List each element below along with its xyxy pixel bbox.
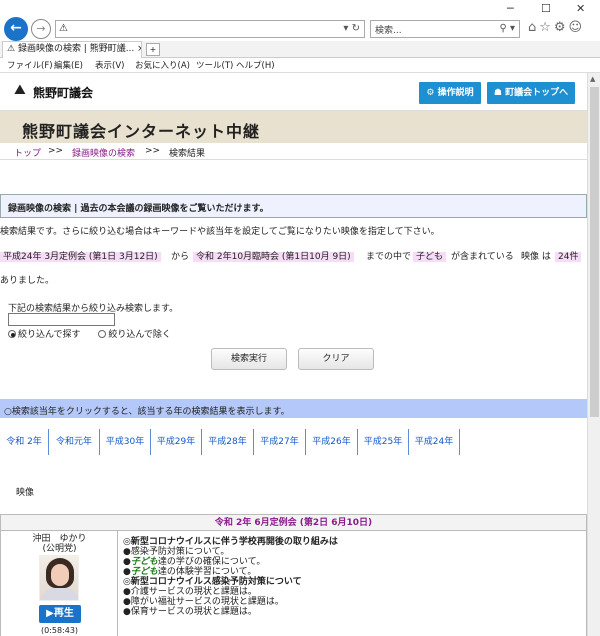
keyword-highlight: 子ども (130, 557, 158, 567)
browser-navbar: ← → ⚠ ▾ ↻ 検索... ⚲ ▾ ⌂☆⚙☺ (0, 17, 600, 41)
warning-icon: ⚠ (59, 23, 68, 34)
menu-tools[interactable]: ツール(T) (196, 59, 233, 71)
refresh-icon[interactable]: ▾ ↻ (343, 23, 360, 34)
tab-title: 録画映像の検索 | 熊野町議... (17, 44, 135, 54)
radio-exclude[interactable] (98, 330, 107, 338)
result-description: 検索結果です。さらに絞り込む場合はキーワードや該当年を設定してご覧になりたい映像… (0, 227, 440, 237)
menu-edit[interactable]: 編集(E) (54, 59, 83, 71)
breadcrumb-separator: >> (48, 146, 64, 156)
breadcrumb-current: 検索結果 (169, 149, 206, 159)
warning-icon: ⚠ (7, 44, 18, 54)
play-button[interactable]: ▶再生 (39, 605, 81, 623)
video-duration: (0:58:43) (40, 626, 79, 635)
breadcrumb-search[interactable]: 録画映像の検索 (72, 146, 135, 159)
menu-file[interactable]: ファイル(F) (7, 59, 53, 71)
tab-active[interactable]: ⚠ 録画映像の検索 | 熊野町議... × (2, 41, 142, 58)
menu-favorites[interactable]: お気に入り(A) (135, 59, 190, 71)
condition-to-word: までの中で (366, 252, 412, 262)
menu-view[interactable]: 表示(V) (95, 59, 124, 71)
topic-list: ◎新型コロナウイルスに伴う学校再開後の取り組みは ●感染予防対策について。 ●子… (123, 537, 583, 617)
toolbar-icons[interactable]: ⌂☆⚙☺ (528, 20, 585, 35)
topic-item: ●子ども達の体験学習について。 (123, 567, 257, 577)
year-link[interactable]: 平成29年 (150, 429, 201, 455)
forward-button[interactable]: → (31, 19, 51, 39)
topic-item: ●介護サービスの現状と課題は。 (123, 587, 257, 597)
new-tab-button[interactable]: + (146, 43, 160, 56)
radio-include-label[interactable]: 絞り込んで探す (18, 330, 81, 340)
condition-keyword: 子ども (413, 249, 447, 266)
scroll-up-icon[interactable]: ▲ (590, 75, 595, 83)
scroll-thumb[interactable] (590, 87, 599, 417)
council-top-button[interactable]: ☗ 町議会トップへ (487, 82, 575, 104)
banner: 熊野町議会インターネット中継 (0, 111, 587, 143)
radio-include[interactable] (8, 330, 16, 338)
clear-button[interactable]: クリア (298, 348, 374, 370)
year-link[interactable]: 平成27年 (253, 429, 305, 455)
back-button[interactable]: ← (4, 17, 28, 41)
topic-main: ◎新型コロナウイルス感染予防対策について (123, 577, 302, 587)
banner-title: 熊野町議会インターネット中継 (22, 122, 261, 141)
breadcrumb-separator: >> (145, 146, 161, 156)
search-placeholder: 検索... (375, 26, 402, 36)
page-scrollbar[interactable]: ▲ (587, 73, 600, 636)
browser-search-input[interactable]: 検索... ⚲ ▾ (370, 20, 520, 38)
tab-close-icon[interactable]: × (134, 44, 141, 54)
condition-from-word: から (171, 252, 190, 262)
speaker-photo (39, 555, 79, 601)
page-content: ⛰ 熊野町議会 ⚙ 操作説明 ☗ 町議会トップへ 熊野町議会インターネット中継 … (0, 73, 587, 636)
site-logo-icon[interactable]: ⛰ (14, 82, 26, 98)
notice-text: 録画映像の検索 | 過去の本会議の録画映像をご覧いただけます。 (8, 204, 269, 214)
result-session-title[interactable]: 令和 2年 6月定例会 (第2日 6月10日) (1, 515, 586, 531)
year-link[interactable]: 平成26年 (305, 429, 357, 455)
breadcrumb-top[interactable]: トップ (14, 146, 41, 159)
menu-help[interactable]: ヘルプ(H) (236, 59, 275, 71)
condition-count: 24件 (555, 249, 582, 266)
year-link[interactable]: 平成25年 (357, 429, 408, 455)
topic-item: ●障がい福祉サービスの現状と課題は。 (123, 597, 284, 607)
speaker-name-block: 沖田 ゆかり (公明党) (1, 534, 118, 554)
year-link[interactable]: 平成28年 (201, 429, 253, 455)
keyword-highlight: 子ども (130, 567, 158, 577)
condition-video-word: 映像 は (521, 252, 551, 262)
close-icon[interactable]: ✕ (576, 2, 585, 15)
section-label: 映像 (16, 488, 35, 498)
radio-exclude-label[interactable]: 絞り込んで除く (108, 330, 171, 340)
topic-main: ◎新型コロナウイルスに伴う学校再開後の取り組みは (123, 537, 338, 547)
year-link[interactable]: 平成30年 (99, 429, 150, 455)
year-link[interactable]: 平成24年 (408, 429, 460, 455)
refine-keyword-input[interactable] (8, 313, 115, 326)
speaker-panel: 沖田 ゆかり (公明党) ▶再生 (0:58:43) (1, 531, 118, 636)
maximize-icon[interactable]: ☐ (541, 2, 551, 15)
year-hint-bar: ○検索該当年をクリックすると、該当する年の検索結果を表示します。 (0, 399, 587, 418)
search-execute-button[interactable]: 検索実行 (211, 348, 287, 370)
year-link[interactable]: 令和元年 (48, 429, 99, 455)
speaker-party: (公明党) (42, 544, 77, 554)
menu-bar: ファイル(F) 編集(E) 表示(V) お気に入り(A) ツール(T) ヘルプ(… (0, 58, 600, 73)
site-title[interactable]: 熊野町議会 (33, 84, 93, 101)
breadcrumb: トップ >> 録画映像の検索 >> 検索結果 (0, 143, 587, 160)
topic-item: ●子ども達の学びの確保について。 (123, 557, 266, 567)
search-icon[interactable]: ⚲ ▾ (499, 23, 515, 34)
refine-mode: 絞り込んで探す 絞り込んで除く (8, 327, 171, 340)
speaker-name: 沖田 ゆかり (32, 534, 87, 544)
result-card: 令和 2年 6月定例会 (第2日 6月10日) 沖田 ゆかり (公明党) ▶再生… (0, 514, 587, 636)
address-bar[interactable]: ⚠ ▾ ↻ (55, 20, 365, 38)
tab-bar: ⚠ 録画映像の検索 | 熊野町議... × + (0, 41, 600, 58)
year-hint-text: ○検索該当年をクリックすると、該当する年の検索結果を表示します。 (4, 407, 290, 417)
topic-item: ●保育サービスの現状と課題は。 (123, 607, 257, 617)
notice-box: 録画映像の検索 | 過去の本会議の録画映像をご覧いただけます。 (0, 194, 587, 218)
condition-end: ありました。 (0, 276, 55, 286)
minimize-icon[interactable]: ─ (507, 2, 514, 15)
site-header: ⛰ 熊野町議会 ⚙ 操作説明 ☗ 町議会トップへ (0, 73, 587, 111)
condition-contains: が含まれている (451, 252, 514, 262)
condition-to: 令和 2年10月臨時会 (第1日10月 9日) (193, 249, 354, 266)
condition-from: 平成24年 3月定例会 (第1日 3月12日) (0, 249, 161, 266)
window-titlebar: ─ ☐ ✕ (0, 0, 600, 17)
topic-item: ●感染予防対策について。 (123, 547, 230, 557)
help-button[interactable]: ⚙ 操作説明 (419, 82, 481, 104)
year-link[interactable]: 令和 2年 (0, 429, 48, 455)
